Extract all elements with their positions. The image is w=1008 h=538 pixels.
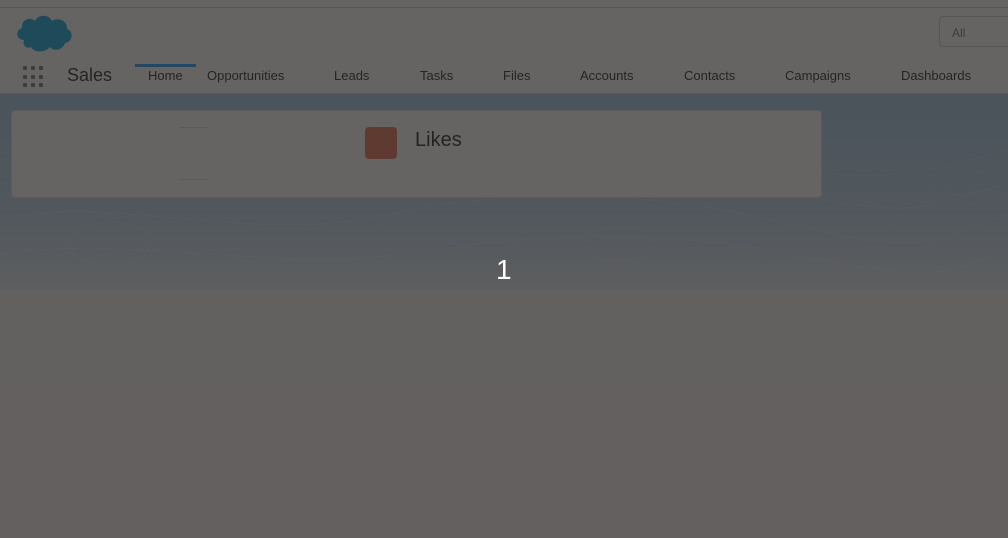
app-name: Sales (67, 65, 113, 85)
nav-item-contacts[interactable]: Contacts (684, 68, 735, 83)
modal-counter: 1 (496, 254, 512, 285)
search-scope-input[interactable]: All (939, 16, 1008, 47)
search-scope-label: All (952, 26, 966, 40)
nav-item-dashboards[interactable]: Dashboards (901, 68, 971, 83)
nav-item-accounts[interactable]: Accounts (580, 68, 633, 83)
nav-item-tasks[interactable]: Tasks (420, 68, 453, 83)
navigation-bar: Sales Home Opportunities Leads Tasks Fil… (0, 58, 1008, 94)
top-strip (0, 0, 1008, 8)
card-title: Likes (415, 129, 462, 151)
salesforce-logo-icon[interactable] (14, 12, 74, 54)
nav-item-files[interactable]: Files (503, 68, 530, 83)
nav-active-indicator (135, 64, 196, 67)
likes-icon (365, 127, 397, 159)
nav-item-leads[interactable]: Leads (334, 68, 369, 83)
divider (180, 179, 208, 180)
divider (180, 127, 208, 128)
nav-item-home[interactable]: Home (148, 68, 183, 83)
likes-card: Likes (11, 110, 822, 198)
nav-item-campaigns[interactable]: Campaigns (785, 68, 851, 83)
global-header: All (0, 8, 1008, 58)
nav-item-opportunities[interactable]: Opportunities (207, 68, 284, 83)
app-launcher-grid-icon[interactable] (23, 66, 45, 88)
